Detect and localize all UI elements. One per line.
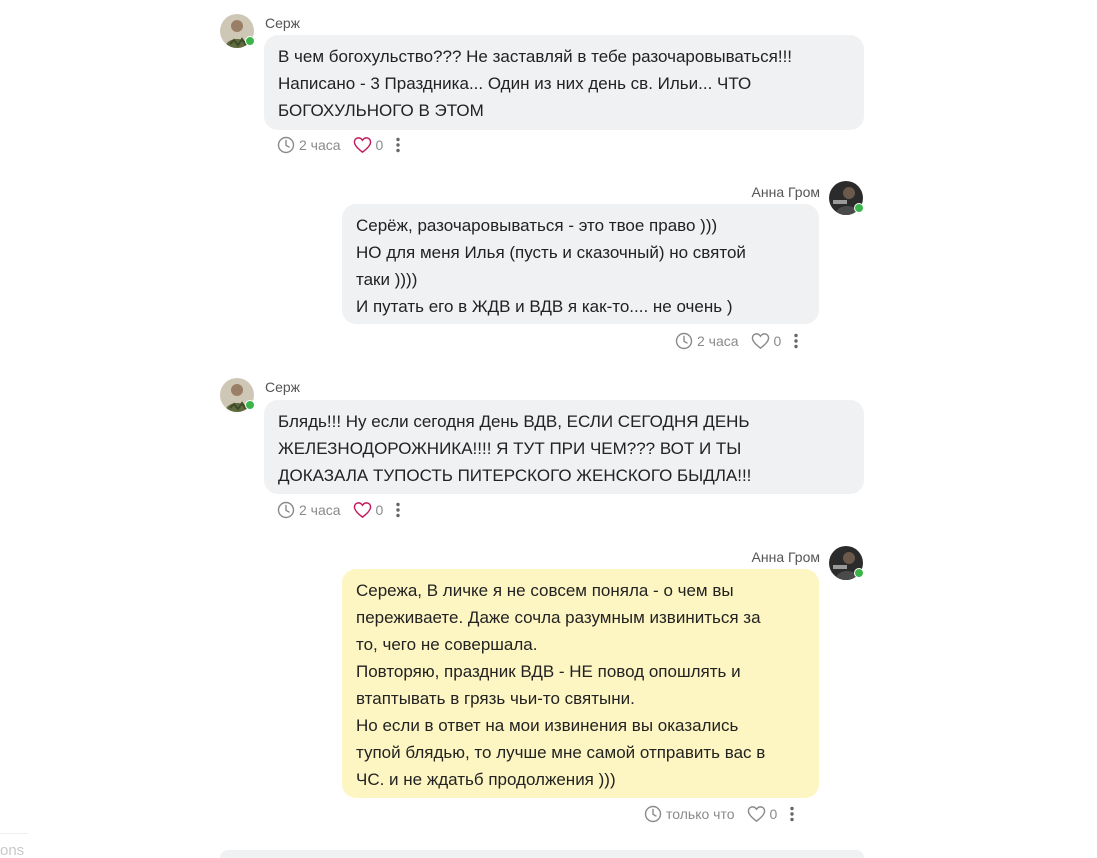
message-bubble: В чем богохульство??? Не заставляй в теб… (264, 35, 864, 130)
message-time: 2 часа (299, 137, 341, 153)
message-line: Написано - 3 Праздника... Один из них де… (278, 74, 752, 93)
message-meta: 2 часа 0 (277, 500, 401, 520)
author-name[interactable]: Серж (265, 14, 300, 32)
message-line: БОГОХУЛЬНОГО В ЭТОМ (278, 101, 484, 120)
message-line: то, чего не совершала. (356, 635, 538, 654)
message-time: 2 часа (299, 502, 341, 518)
clock-icon (277, 501, 295, 519)
message-bubble: Блядь!!! Ну если сегодня День ВДВ, ЕСЛИ … (264, 400, 864, 494)
clock-icon (675, 332, 693, 350)
sidebar-fragment-text: ons (0, 842, 25, 858)
like-count: 0 (769, 806, 778, 822)
message-meta: 2 часа 0 (277, 135, 401, 155)
message-meta: 2 часа 0 (675, 331, 799, 351)
clock-icon (644, 805, 662, 823)
message-line: переживаете. Даже сочла разумным извинит… (356, 608, 761, 627)
message-line: Блядь!!! Ну если сегодня День ВДВ, ЕСЛИ … (278, 412, 750, 431)
message-line: ДОКАЗАЛА ТУПОСТЬ ПИТЕРСКОГО ЖЕНСКОГО БЫД… (278, 466, 752, 485)
message-line: В чем богохульство??? Не заставляй в теб… (278, 47, 793, 66)
next-message-bubble-edge (220, 850, 864, 858)
message-line: Серёж, разочаровываться - это твое право… (356, 216, 718, 235)
message-meta: только что 0 (644, 804, 795, 824)
heart-icon[interactable] (353, 501, 372, 519)
divider (0, 833, 28, 834)
like-count: 0 (375, 137, 384, 153)
message-line: Повторяю, праздник ВДВ - НЕ повод опошля… (356, 662, 741, 681)
message-line: таки )))) (356, 270, 418, 289)
clock-icon (277, 136, 295, 154)
author-name[interactable]: Анна Гром (700, 183, 820, 201)
avatar-anna[interactable] (829, 546, 864, 580)
message-line: ЧС. и не ждатьб продолжения ))) (356, 770, 616, 789)
avatar-serzh[interactable] (220, 14, 255, 48)
heart-icon[interactable] (751, 332, 770, 350)
avatar-anna[interactable] (829, 181, 864, 215)
author-name[interactable]: Анна Гром (700, 548, 820, 566)
more-vertical-icon[interactable] (395, 136, 401, 154)
chat-thread: Серж В чем богохульство??? Не заставляй … (0, 0, 1097, 858)
more-vertical-icon[interactable] (789, 805, 795, 823)
more-vertical-icon[interactable] (793, 332, 799, 350)
online-dot-icon (245, 400, 255, 410)
message-bubble: Серёж, разочаровываться - это твое право… (342, 204, 819, 324)
message-time: 2 часа (697, 333, 739, 349)
online-dot-icon (854, 203, 864, 213)
message-line: НО для меня Илья (пусть и сказочный) но … (356, 243, 746, 262)
message-line: ЖЕЛЕЗНОДОРОЖНИКА!!!! Я ТУТ ПРИ ЧЕМ??? ВО… (278, 439, 742, 458)
message-line: тупой блядью, то лучше мне самой отправи… (356, 743, 766, 762)
online-dot-icon (854, 568, 864, 578)
like-count: 0 (375, 502, 384, 518)
message-line: Но если в ответ на мои извинения вы оказ… (356, 716, 739, 735)
more-vertical-icon[interactable] (395, 501, 401, 519)
heart-icon[interactable] (353, 136, 372, 154)
message-line: Сережа, В личке я не совсем поняла - о ч… (356, 581, 734, 600)
like-count: 0 (773, 333, 782, 349)
message-line: втаптывать в грязь чьи-то святыни. (356, 689, 635, 708)
message-bubble-new: Сережа, В личке я не совсем поняла - о ч… (342, 569, 819, 798)
author-name[interactable]: Серж (265, 378, 300, 396)
message-time: только что (666, 806, 735, 822)
heart-icon[interactable] (747, 805, 766, 823)
online-dot-icon (245, 36, 255, 46)
avatar-serzh[interactable] (220, 378, 255, 412)
message-line: И путать его в ЖДВ и ВДВ я как-то.... не… (356, 297, 733, 316)
